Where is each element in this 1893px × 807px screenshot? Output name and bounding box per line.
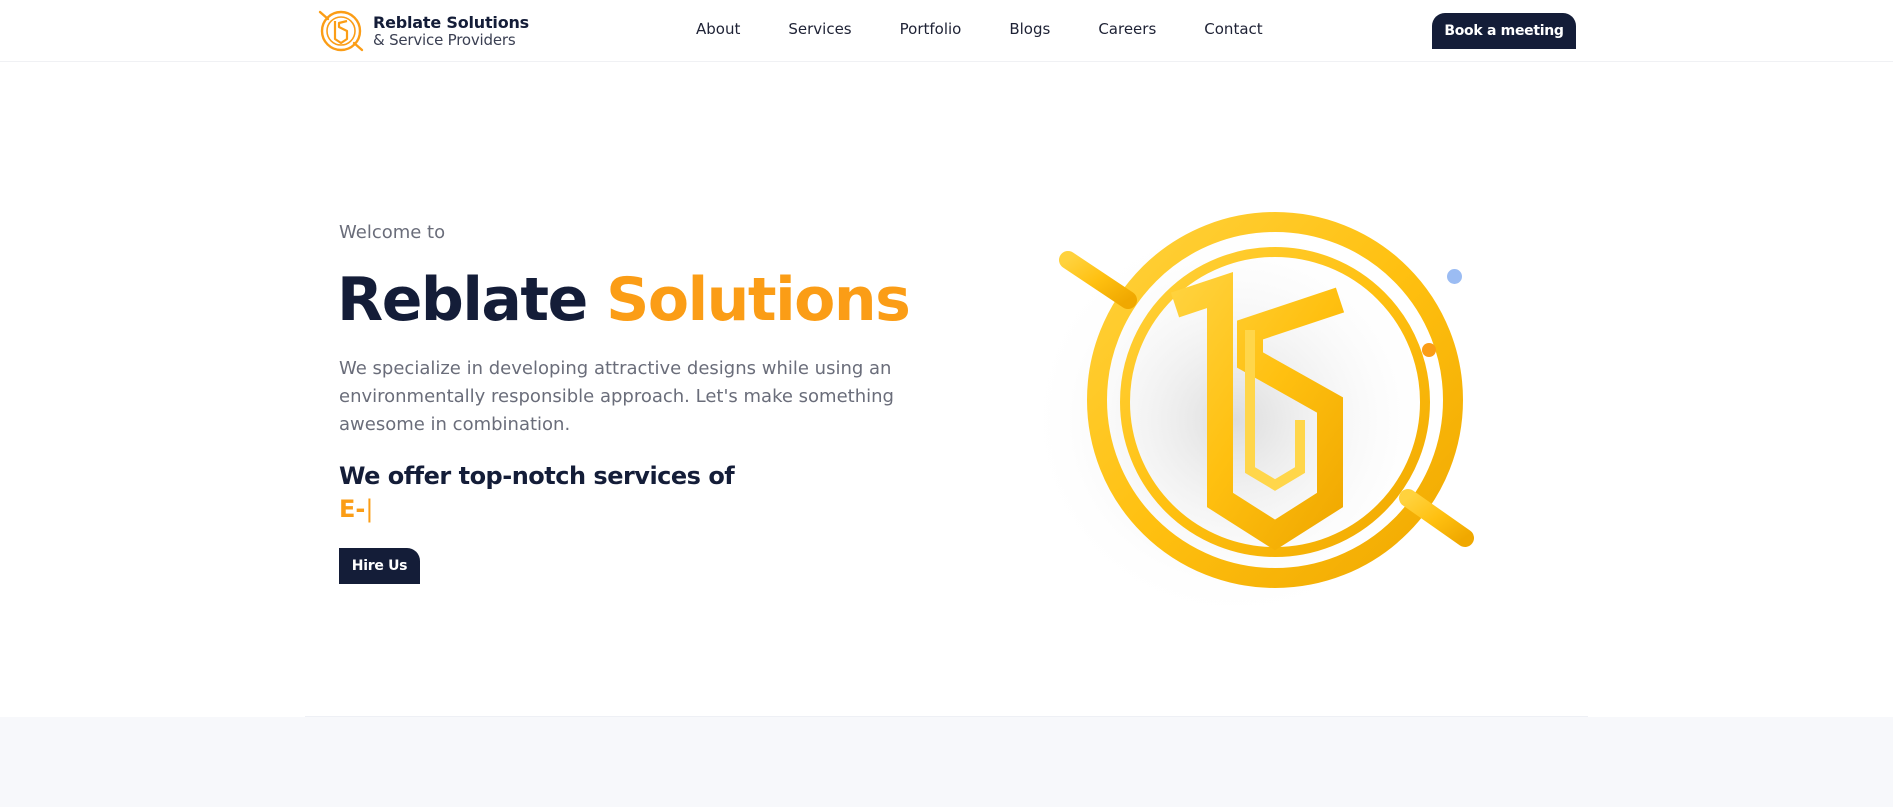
hero-emblem-image	[1025, 212, 1474, 625]
offer-heading: We offer top-notch services of	[339, 462, 735, 490]
nav-link-blogs[interactable]: Blogs	[1009, 20, 1050, 42]
brand-text: Reblate Solutions & Service Providers	[373, 14, 529, 48]
navbar: Reblate Solutions & Service Providers Ab…	[0, 0, 1893, 62]
nav-link-about[interactable]: About	[696, 20, 740, 42]
brand-tagline: & Service Providers	[373, 30, 516, 49]
nav-link-contact[interactable]: Contact	[1204, 20, 1262, 42]
nav-link-services[interactable]: Services	[788, 20, 851, 42]
typed-services: E-|	[339, 495, 373, 523]
brand-home-link[interactable]: Reblate Solutions & Service Providers	[317, 7, 529, 55]
typed-cursor: |	[365, 495, 374, 523]
book-meeting-button[interactable]: Book a meeting	[1432, 13, 1576, 49]
hero-welcome: Welcome to	[339, 222, 446, 243]
hire-us-button[interactable]: Hire Us	[339, 548, 420, 584]
main-nav: About Services Portfolio Blogs Careers C…	[696, 20, 1263, 42]
typed-text: E-	[339, 495, 366, 523]
nav-link-portfolio[interactable]: Portfolio	[900, 20, 962, 42]
hero-title-dark: Reblate	[337, 265, 588, 335]
brand-logo-icon	[318, 10, 364, 52]
hero-title: Reblate Solutions	[337, 260, 911, 340]
hero-title-accent: Solutions	[606, 265, 911, 335]
brand-name: Reblate Solutions	[373, 12, 530, 32]
next-section	[0, 717, 1893, 807]
hero-description: We specialize in developing attractive d…	[339, 358, 894, 435]
page: Reblate Solutions & Service Providers Ab…	[0, 0, 1893, 807]
decorative-blue-dot	[1447, 269, 1462, 284]
nav-link-careers[interactable]: Careers	[1098, 20, 1156, 42]
decorative-orange-dot	[1422, 343, 1436, 357]
